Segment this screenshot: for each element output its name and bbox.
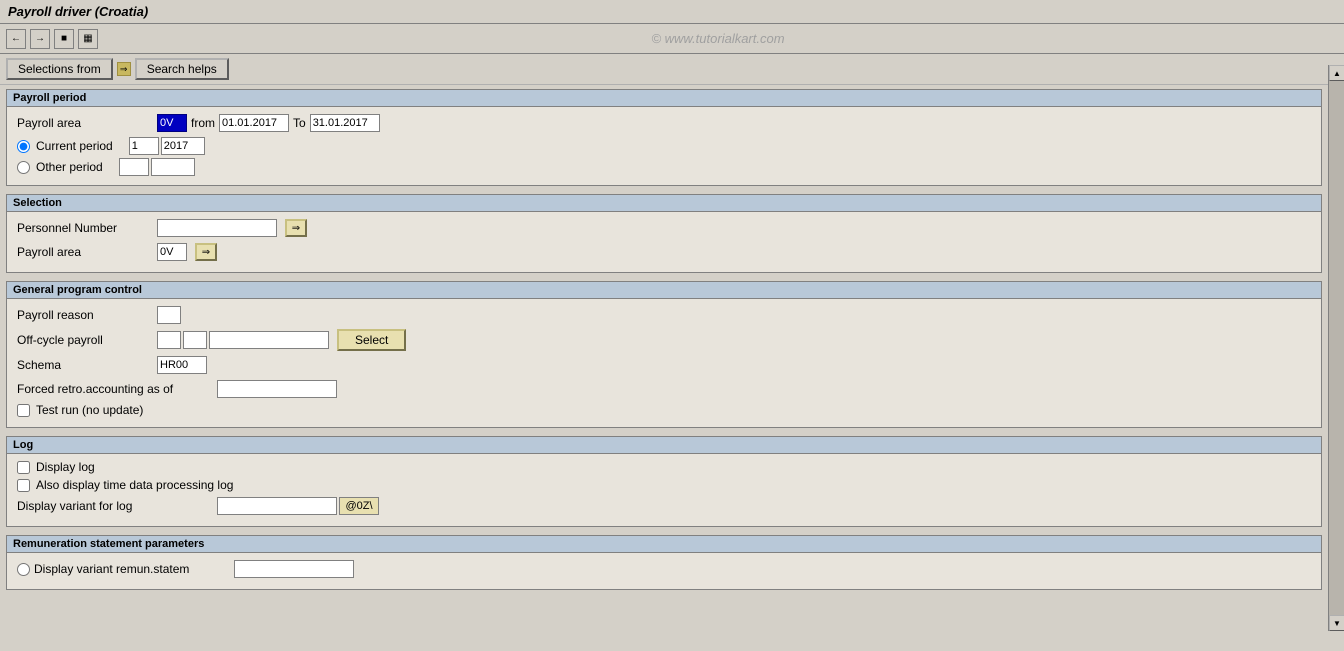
- payroll-period-section: Payroll period Payroll area from To Curr…: [6, 89, 1322, 186]
- display-variant-log-label: Display variant for log: [17, 499, 217, 513]
- current-period-label: Current period: [36, 139, 113, 153]
- off-cycle-main-input[interactable]: [209, 331, 329, 349]
- off-cycle-payroll-label: Off-cycle payroll: [17, 333, 157, 347]
- personnel-number-arrow-btn[interactable]: ⇒: [285, 219, 307, 237]
- current-period-row: Current period: [17, 137, 1311, 155]
- display-variant-remun-input[interactable]: [234, 560, 354, 578]
- general-program-control-section: General program control Payroll reason O…: [6, 281, 1322, 428]
- payroll-period-header: Payroll period: [7, 90, 1321, 107]
- arrow-divider-icon: ⇒: [117, 62, 131, 76]
- display-log-label: Display log: [36, 460, 95, 474]
- display-time-data-checkbox[interactable]: [17, 479, 30, 492]
- scroll-down-btn[interactable]: ▼: [1329, 615, 1344, 631]
- other-period-row: Other period: [17, 158, 1311, 176]
- schema-input[interactable]: [157, 356, 207, 374]
- scroll-up-btn[interactable]: ▲: [1329, 65, 1344, 81]
- back-icon[interactable]: ←: [6, 29, 26, 49]
- general-program-control-header: General program control: [7, 282, 1321, 299]
- display-log-checkbox[interactable]: [17, 461, 30, 474]
- local-layout-icon[interactable]: ▦: [78, 29, 98, 49]
- display-variant-remun-row: Display variant remun.statem: [17, 559, 1311, 579]
- from-label: from: [191, 116, 215, 130]
- log-header: Log: [7, 437, 1321, 454]
- toolbar: ← → ■ ▦ © www.tutorialkart.com: [0, 24, 1344, 54]
- display-variant-remun-label: Display variant remun.statem: [34, 562, 234, 576]
- selection-header: Selection: [7, 195, 1321, 212]
- remuneration-section: Remuneration statement parameters Displa…: [6, 535, 1322, 590]
- to-date-input[interactable]: [310, 114, 380, 132]
- other-period-value[interactable]: [119, 158, 149, 176]
- display-time-data-row: Also display time data processing log: [17, 478, 1311, 492]
- test-run-label: Test run (no update): [36, 403, 143, 417]
- selection-payroll-area-row: Payroll area ⇒: [17, 242, 1311, 262]
- display-log-row: Display log: [17, 460, 1311, 474]
- other-year-value[interactable]: [151, 158, 195, 176]
- save-icon[interactable]: ■: [54, 29, 74, 49]
- personnel-number-input[interactable]: [157, 219, 277, 237]
- selection-section: Selection Personnel Number ⇒ Payroll are…: [6, 194, 1322, 273]
- personnel-number-row: Personnel Number ⇒: [17, 218, 1311, 238]
- test-run-checkbox[interactable]: [17, 404, 30, 417]
- top-buttons-bar: Selections from ⇒ Search helps: [0, 54, 1344, 85]
- current-period-value[interactable]: [129, 137, 159, 155]
- display-variant-log-input[interactable]: [217, 497, 337, 515]
- from-date-input[interactable]: [219, 114, 289, 132]
- display-variant-remun-radio[interactable]: [17, 563, 30, 576]
- schema-label: Schema: [17, 358, 157, 372]
- payroll-area-input[interactable]: [157, 114, 187, 132]
- off-cycle-value1[interactable]: [157, 331, 181, 349]
- to-label: To: [293, 116, 306, 130]
- scrollbar: ▲ ▼: [1328, 65, 1344, 631]
- forced-retro-label: Forced retro.accounting as of: [17, 382, 217, 396]
- selection-payroll-area-arrow-btn[interactable]: ⇒: [195, 243, 217, 261]
- log-section: Log Display log Also display time data p…: [6, 436, 1322, 527]
- watermark: © www.tutorialkart.com: [98, 31, 1338, 46]
- current-year-value[interactable]: [161, 137, 205, 155]
- display-variant-log-row: Display variant for log @0Z\: [17, 496, 1311, 516]
- remuneration-header: Remuneration statement parameters: [7, 536, 1321, 553]
- title-bar: Payroll driver (Croatia): [0, 0, 1344, 24]
- main-content: Payroll period Payroll area from To Curr…: [0, 85, 1344, 651]
- selections-from-button[interactable]: Selections from: [6, 58, 113, 80]
- payroll-reason-input[interactable]: [157, 306, 181, 324]
- payroll-reason-label: Payroll reason: [17, 308, 157, 322]
- test-run-row: Test run (no update): [17, 403, 1311, 417]
- current-period-radio[interactable]: [17, 140, 30, 153]
- payroll-area-label: Payroll area: [17, 116, 157, 130]
- personnel-number-label: Personnel Number: [17, 221, 157, 235]
- display-time-data-label: Also display time data processing log: [36, 478, 233, 492]
- display-variant-suffix[interactable]: @0Z\: [339, 497, 379, 515]
- scroll-track[interactable]: [1329, 81, 1344, 615]
- off-cycle-value2[interactable]: [183, 331, 207, 349]
- payroll-area-row: Payroll area from To: [17, 113, 1311, 133]
- forward-icon[interactable]: →: [30, 29, 50, 49]
- other-period-radio[interactable]: [17, 161, 30, 174]
- payroll-reason-row: Payroll reason: [17, 305, 1311, 325]
- forced-retro-input[interactable]: [217, 380, 337, 398]
- schema-row: Schema: [17, 355, 1311, 375]
- selection-payroll-area-input[interactable]: [157, 243, 187, 261]
- other-period-label: Other period: [36, 160, 103, 174]
- select-button[interactable]: Select: [337, 329, 406, 351]
- forced-retro-row: Forced retro.accounting as of: [17, 379, 1311, 399]
- search-helps-button[interactable]: Search helps: [135, 58, 229, 80]
- selection-payroll-area-label: Payroll area: [17, 245, 157, 259]
- off-cycle-payroll-row: Off-cycle payroll Select: [17, 329, 1311, 351]
